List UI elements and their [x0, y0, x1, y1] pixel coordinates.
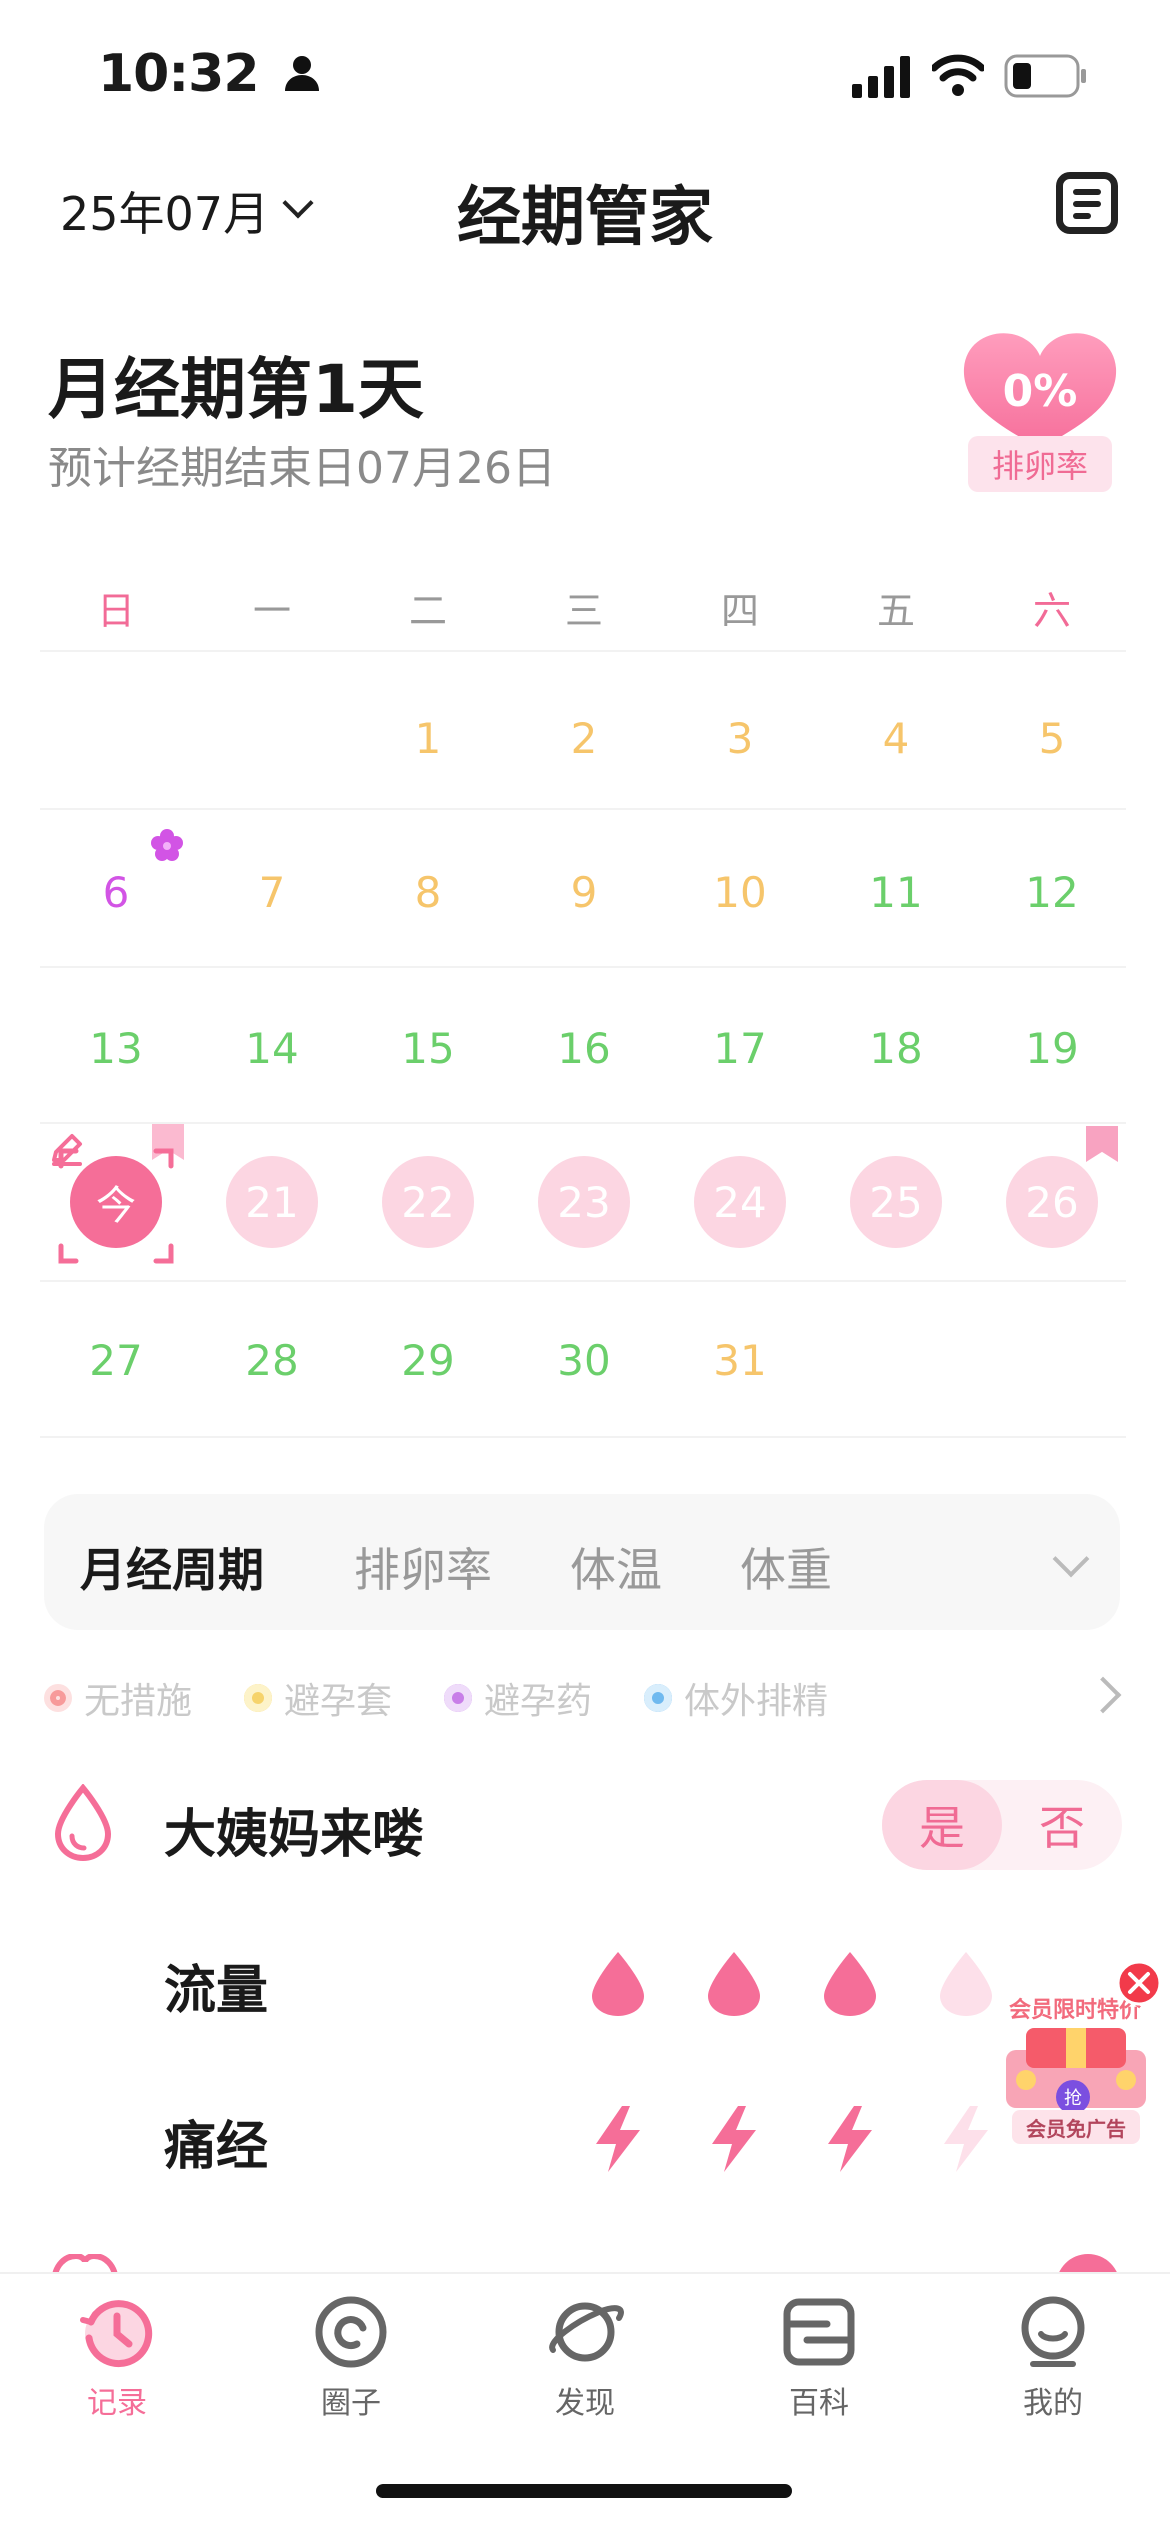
calendar-day-period[interactable]: 23 — [538, 1156, 630, 1248]
pain-bolt-icon[interactable] — [704, 2104, 764, 2174]
nav-discover[interactable]: 发现 — [468, 2292, 702, 2422]
wifi-icon — [932, 54, 984, 96]
period-end-estimate: 预计经期结束日07月26日 — [48, 443, 556, 494]
ovulation-rate-value: 0% — [1002, 366, 1078, 417]
clock-icon — [80, 2300, 153, 2368]
calendar-day[interactable]: 27 — [38, 1282, 194, 1438]
circle-community-icon — [315, 2296, 387, 2368]
tab-ovulation[interactable]: 排卵率 — [354, 1534, 492, 1600]
weekday-fri: 五 — [876, 589, 915, 633]
person-icon — [284, 56, 319, 91]
calendar-day[interactable]: 5 — [974, 660, 1130, 816]
calendar-day[interactable]: 11 — [818, 814, 974, 970]
contraception-pill[interactable]: 避孕药 — [444, 1672, 592, 1724]
pain-bolt-icon[interactable] — [936, 2104, 996, 2174]
no-measure-icon — [44, 1684, 72, 1712]
drop-icon — [54, 1784, 112, 1862]
flow-drop-icon[interactable] — [820, 1948, 880, 2018]
pain-bolt-icon[interactable] — [588, 2104, 648, 2174]
tab-weight[interactable]: 体重 — [740, 1534, 832, 1600]
weekday-sun: 日 — [96, 589, 135, 633]
nav-record[interactable]: 记录 — [0, 2292, 234, 2422]
pain-bolt-icon[interactable] — [820, 2104, 880, 2174]
calendar-day[interactable]: 10 — [662, 814, 818, 970]
calendar-day[interactable]: 29 — [350, 1282, 506, 1438]
planet-icon — [549, 2302, 624, 2362]
flow-drop-icon[interactable] — [936, 1948, 996, 2018]
pill-icon — [444, 1684, 472, 1712]
signal-icon — [852, 56, 910, 98]
pain-label: 痛经 — [164, 2117, 269, 2177]
ovulation-rate-label[interactable]: 排卵率 — [968, 436, 1112, 492]
calendar-day[interactable]: 4 — [818, 660, 974, 816]
calendar-day-period[interactable]: 21 — [226, 1156, 318, 1248]
ad-badge: 抢 — [1056, 2080, 1090, 2114]
divider — [40, 650, 1126, 652]
ad-label: 会员免广告 — [1012, 2110, 1140, 2144]
calendar-day[interactable]: 28 — [194, 1282, 350, 1438]
calendar-day[interactable]: 13 — [38, 970, 194, 1126]
weekday-mon: 一 — [252, 589, 291, 633]
calendar-day[interactable]: 9 — [506, 814, 662, 970]
calendar-day[interactable]: 7 — [194, 814, 350, 970]
calendar-day-period[interactable]: 22 — [382, 1156, 474, 1248]
tab-cycle[interactable]: 月经周期 — [80, 1534, 264, 1600]
period-no-button[interactable]: 否 — [1002, 1780, 1122, 1870]
withdrawal-icon — [644, 1684, 672, 1712]
weekday-tue: 二 — [408, 589, 447, 633]
contraception-withdrawal[interactable]: 体外排精 — [644, 1672, 828, 1724]
chevron-right-icon[interactable] — [1084, 1676, 1122, 1714]
calendar-day[interactable]: 1 — [350, 660, 506, 816]
period-end-bookmark-icon — [1086, 1126, 1118, 1162]
tab-temperature[interactable]: 体温 — [570, 1534, 662, 1600]
records-list-button[interactable] — [1056, 172, 1118, 234]
flow-drop-icon[interactable] — [704, 1948, 764, 2018]
page-title: 经期管家 — [457, 181, 713, 255]
calendar-day[interactable]: 17 — [662, 970, 818, 1126]
status-time: 10:32 — [98, 44, 322, 104]
calendar-day[interactable]: 14 — [194, 970, 350, 1126]
calendar-day[interactable]: 31 — [662, 1282, 818, 1438]
calendar-day-period[interactable]: 24 — [694, 1156, 786, 1248]
home-indicator — [376, 2484, 792, 2498]
nav-encyclopedia[interactable]: 百科 — [702, 2292, 936, 2422]
flow-label: 流量 — [164, 1961, 269, 2021]
profile-face-icon — [1021, 2296, 1085, 2367]
calendar-day[interactable]: 2 — [506, 660, 662, 816]
calendar-day[interactable]: 16 — [506, 970, 662, 1126]
flow-drop-icon[interactable] — [588, 1948, 648, 2018]
today-cell[interactable]: 今 — [70, 1156, 162, 1248]
close-ad-icon[interactable] — [1116, 1960, 1162, 2006]
encyclopedia-icon — [783, 2298, 855, 2366]
contraception-condom[interactable]: 避孕套 — [244, 1672, 392, 1724]
calendar-day[interactable]: 18 — [818, 970, 974, 1126]
weekday-sat: 六 — [1032, 589, 1071, 633]
calendar-day[interactable]: 8 — [350, 814, 506, 970]
weekday-wed: 三 — [564, 589, 603, 633]
condom-icon — [244, 1684, 272, 1712]
period-yes-button[interactable]: 是 — [882, 1780, 1002, 1870]
calendar-day-period[interactable]: 26 — [1006, 1156, 1098, 1248]
nav-circle[interactable]: 圈子 — [234, 2292, 468, 2422]
calendar-day-period[interactable]: 25 — [850, 1156, 942, 1248]
calendar-day[interactable]: 19 — [974, 970, 1130, 1126]
nav-profile[interactable]: 我的 — [936, 2292, 1170, 2422]
flower-icon — [151, 829, 183, 861]
contraception-none[interactable]: 无措施 — [44, 1672, 192, 1724]
weekday-thu: 四 — [720, 589, 759, 633]
calendar-day[interactable]: 15 — [350, 970, 506, 1126]
calendar-day[interactable]: 3 — [662, 660, 818, 816]
period-day-title: 月经期第1天 — [48, 351, 424, 428]
period-arrived-label: 大姨妈来喽 — [164, 1805, 425, 1865]
calendar-day[interactable]: 30 — [506, 1282, 662, 1438]
battery-icon — [1004, 54, 1086, 98]
calendar-day[interactable]: 12 — [974, 814, 1130, 970]
